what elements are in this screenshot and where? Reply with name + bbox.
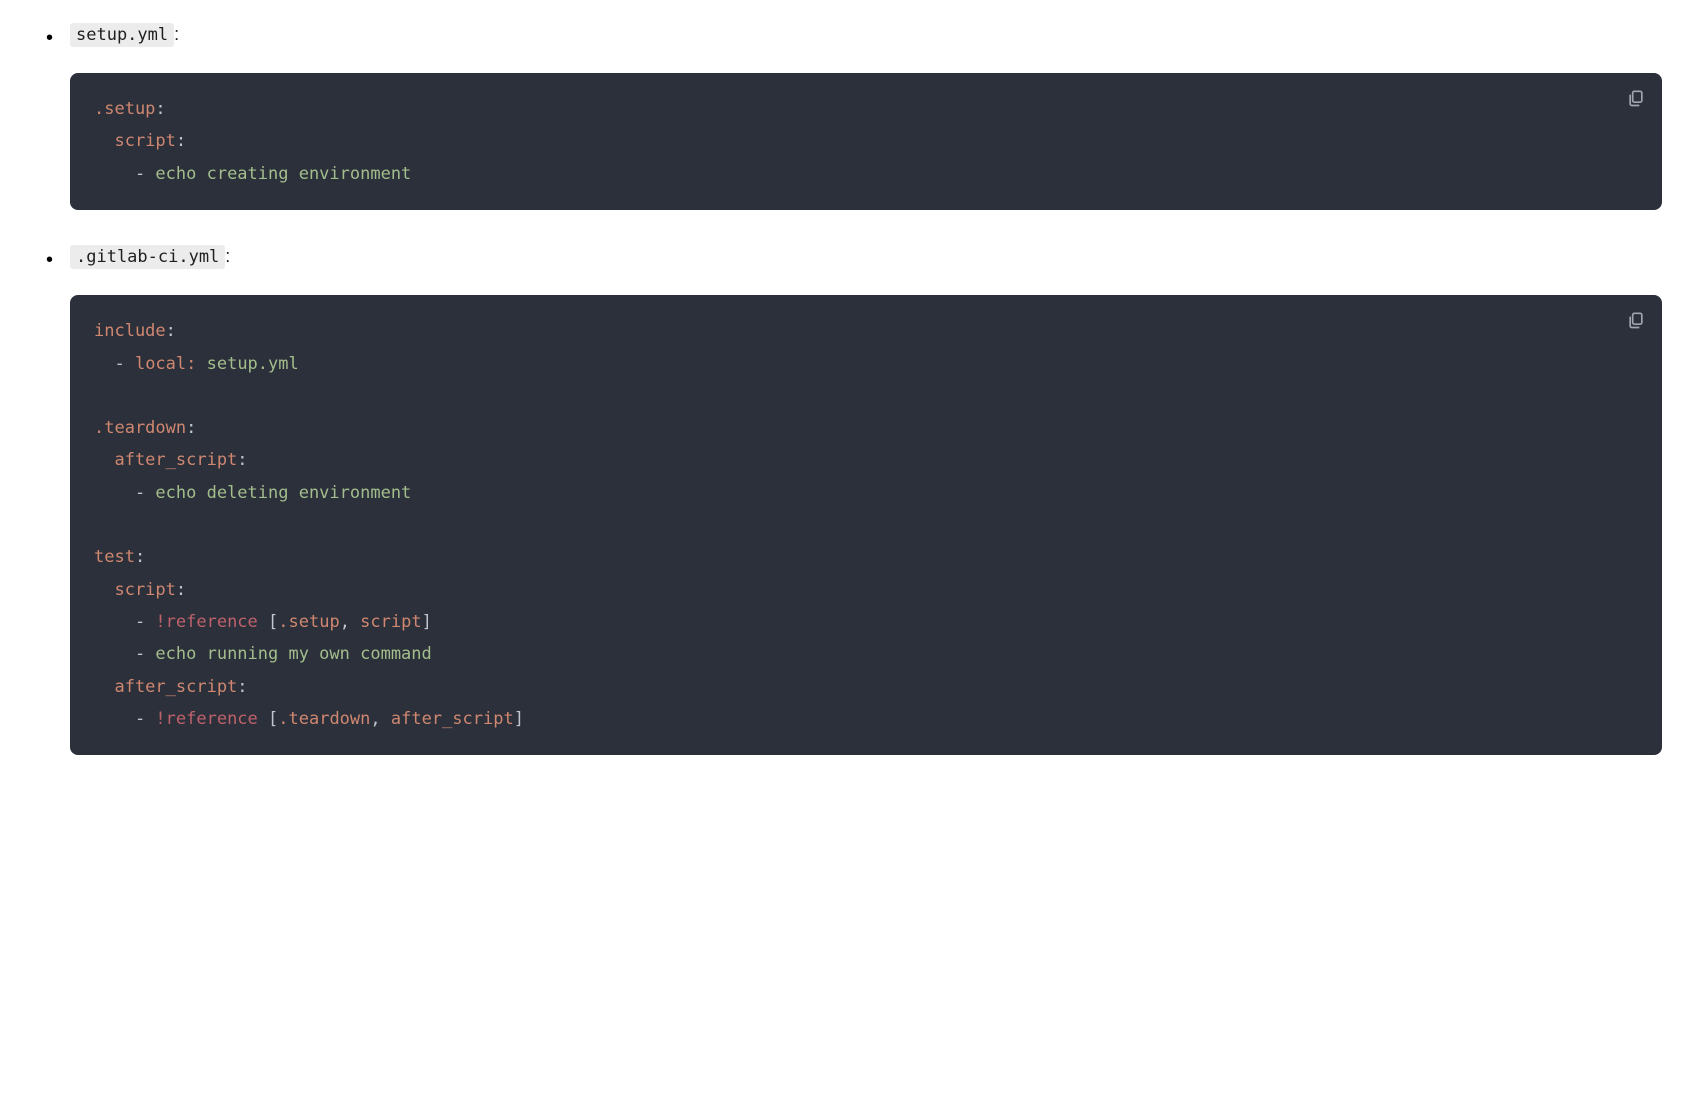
code-token: -: [94, 354, 135, 374]
code-token: .setup: [278, 612, 339, 632]
code-token: :: [155, 99, 165, 119]
code-token: !reference: [155, 612, 268, 632]
code-token: include: [94, 321, 166, 341]
filename: setup.yml: [70, 23, 174, 47]
code-token: [: [268, 612, 278, 632]
code-token: :: [237, 677, 247, 697]
code-token: -: [94, 612, 155, 632]
code-token: :: [166, 321, 176, 341]
clipboard-icon: [1626, 88, 1646, 111]
code-token: -: [94, 483, 155, 503]
code-block: .setup: script: - echo creating environm…: [70, 73, 1662, 210]
code-token: :: [176, 131, 186, 151]
code-token: .setup: [94, 99, 155, 119]
code-token: after_script: [391, 709, 514, 729]
code-token: ,: [370, 709, 390, 729]
code-token: -: [94, 709, 155, 729]
code-token: echo creating environment: [155, 164, 411, 184]
code-block: include: - local: setup.yml .teardown: a…: [70, 295, 1662, 755]
clipboard-icon: [1626, 310, 1646, 333]
code-example-list: setup.yml: .setup: script: - echo creati…: [40, 20, 1662, 755]
code-token: .teardown: [278, 709, 370, 729]
code-token: echo running my own command: [155, 644, 431, 664]
code-token: echo deleting environment: [155, 483, 411, 503]
code-token: ]: [514, 709, 524, 729]
code-token: script: [360, 612, 421, 632]
code-token: ]: [422, 612, 432, 632]
code-token: :: [186, 418, 196, 438]
code-token: after_script: [94, 677, 237, 697]
copy-button[interactable]: [1624, 87, 1648, 111]
code-token: test: [94, 547, 135, 567]
copy-button[interactable]: [1624, 309, 1648, 333]
code-token: script: [94, 131, 176, 151]
code-token: local:: [135, 354, 207, 374]
code-token: -: [94, 164, 155, 184]
code-token: after_script: [94, 450, 237, 470]
filename: .gitlab-ci.yml: [70, 245, 225, 269]
code-token: :: [135, 547, 145, 567]
list-item: setup.yml: .setup: script: - echo creati…: [70, 20, 1662, 210]
list-item: .gitlab-ci.yml: include: - local: setup.…: [70, 242, 1662, 755]
code-token: :: [237, 450, 247, 470]
code-token: :: [176, 580, 186, 600]
filename-suffix: :: [174, 24, 179, 44]
code-token: .teardown: [94, 418, 186, 438]
code-token: script: [94, 580, 176, 600]
code-token: -: [94, 644, 155, 664]
code-content: include: - local: setup.yml .teardown: a…: [94, 315, 1638, 735]
code-token: ,: [340, 612, 360, 632]
filename-suffix: :: [225, 246, 230, 266]
code-token: !reference: [155, 709, 268, 729]
code-token: setup.yml: [207, 354, 299, 374]
code-token: [: [268, 709, 278, 729]
code-content: .setup: script: - echo creating environm…: [94, 93, 1638, 190]
